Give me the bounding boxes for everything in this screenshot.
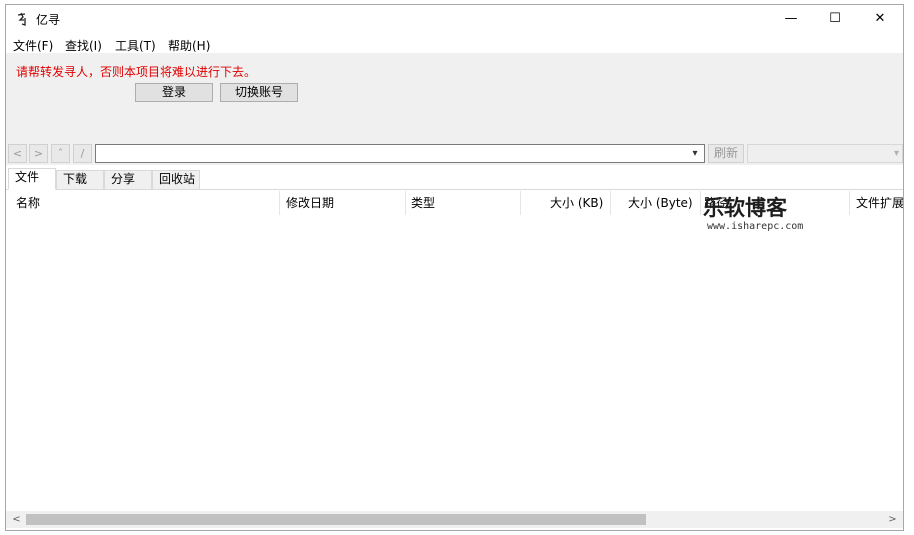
scrollbar-thumb[interactable]	[26, 514, 646, 525]
maximize-icon: ☐	[829, 11, 841, 26]
up-icon: ˆ	[57, 147, 64, 160]
account-combobox[interactable]: ▾	[747, 144, 903, 163]
tab-recycle-bin[interactable]: 回收站	[152, 170, 200, 189]
column-extension[interactable]: 文件扩展	[856, 191, 903, 215]
column-type[interactable]: 类型	[411, 191, 435, 215]
column-divider[interactable]	[849, 191, 850, 215]
chevron-down-icon[interactable]: ▾	[894, 145, 899, 162]
column-size-byte[interactable]: 大小 (Byte)	[628, 191, 693, 215]
app-window: 亿寻 — ☐ ✕ 文件(F) 查找(I) 工具(T) 帮助(H) 请帮转发寻人，…	[5, 4, 904, 531]
scroll-right-icon[interactable]: >	[884, 511, 901, 528]
column-modified[interactable]: 修改日期	[286, 191, 334, 215]
tab-files[interactable]: 文件	[8, 168, 56, 190]
horizontal-scrollbar[interactable]: < >	[6, 511, 903, 528]
root-button[interactable]: /	[73, 144, 92, 163]
minimize-button[interactable]: —	[768, 5, 814, 33]
column-divider[interactable]	[520, 191, 521, 215]
menu-help[interactable]: 帮助(H)	[168, 37, 210, 54]
notice-text: 请帮转发寻人，否则本项目将难以进行下去。	[16, 65, 257, 79]
forward-icon: >	[33, 147, 44, 160]
navigation-bar: < > ˆ / ▾ 刷新 ▾	[6, 143, 903, 165]
back-icon: <	[12, 147, 23, 160]
close-button[interactable]: ✕	[857, 5, 903, 33]
column-name[interactable]: 名称	[16, 191, 40, 215]
tab-downloads[interactable]: 下载	[56, 170, 104, 189]
menu-bar: 文件(F) 查找(I) 工具(T) 帮助(H)	[6, 35, 903, 53]
switch-account-button[interactable]: 切换账号	[220, 83, 298, 102]
refresh-button[interactable]: 刷新	[708, 144, 744, 163]
tab-shares[interactable]: 分享	[104, 170, 152, 189]
yixun-logo-icon	[15, 11, 31, 27]
menu-file[interactable]: 文件(F)	[13, 37, 53, 54]
column-divider[interactable]	[700, 191, 701, 215]
column-divider[interactable]	[405, 191, 406, 215]
login-button[interactable]: 登录	[135, 83, 213, 102]
tab-strip: 文件 下载 分享 回收站	[6, 168, 903, 190]
title-bar: 亿寻 — ☐ ✕	[6, 5, 903, 33]
scroll-left-icon[interactable]: <	[8, 511, 25, 528]
column-divider[interactable]	[279, 191, 280, 215]
menu-find[interactable]: 查找(I)	[65, 37, 102, 54]
column-divider[interactable]	[610, 191, 611, 215]
account-panel: 请帮转发寻人，否则本项目将难以进行下去。 登录 切换账号	[6, 53, 903, 143]
watermark-url: www.isharepc.com	[707, 221, 804, 232]
watermark-title: 乐软博客	[703, 196, 787, 220]
maximize-button[interactable]: ☐	[812, 5, 858, 33]
up-button[interactable]: ˆ	[51, 144, 70, 163]
minimize-icon: —	[784, 11, 798, 26]
root-icon: /	[80, 147, 85, 160]
path-combobox[interactable]: ▾	[95, 144, 705, 163]
column-size-kb[interactable]: 大小 (KB)	[550, 191, 603, 215]
close-icon: ✕	[874, 11, 886, 26]
watermark: 乐软博客 www.isharepc.com	[703, 195, 815, 243]
back-button[interactable]: <	[8, 144, 27, 163]
file-list[interactable]	[6, 215, 903, 511]
window-title: 亿寻	[36, 13, 61, 27]
menu-tools[interactable]: 工具(T)	[115, 37, 156, 54]
chevron-down-icon[interactable]: ▾	[688, 145, 702, 162]
forward-button[interactable]: >	[29, 144, 48, 163]
